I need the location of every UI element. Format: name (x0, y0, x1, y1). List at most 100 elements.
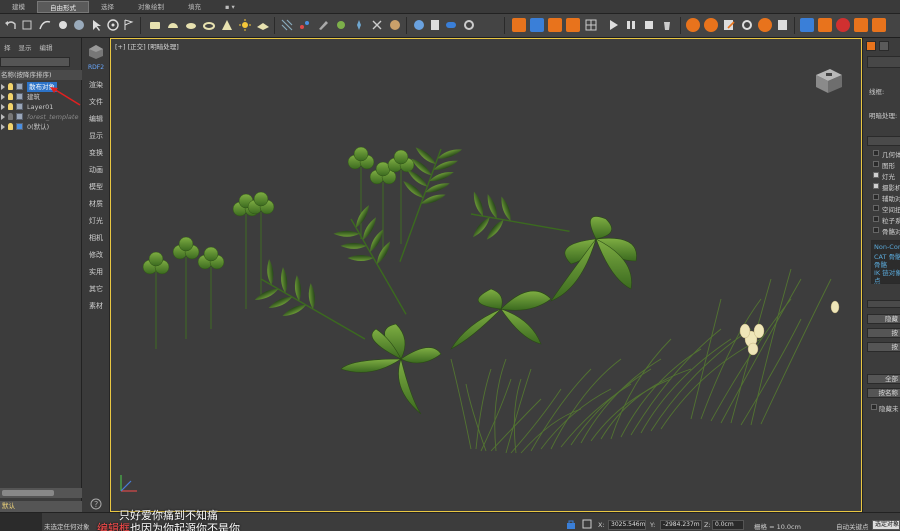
menu-select[interactable]: 择 (0, 42, 15, 54)
lightbulb-icon[interactable] (8, 123, 13, 130)
panel-dropdown[interactable] (867, 56, 900, 68)
cmd-utility[interactable]: 实用 (82, 267, 110, 277)
plane-icon[interactable] (256, 18, 270, 32)
particle-icon[interactable] (298, 18, 312, 32)
flag-icon[interactable] (122, 18, 136, 32)
play-icon[interactable] (606, 18, 620, 32)
cmd-animation[interactable]: 动画 (82, 165, 110, 175)
viewport-perspective[interactable]: [+] [正交] [明暗处理] (110, 38, 862, 512)
unhide-by-name-button[interactable]: 按名称 (867, 388, 900, 398)
hide-frozen-checkbox[interactable] (871, 404, 877, 410)
cmd-transform[interactable]: 变换 (82, 148, 110, 158)
select-icon[interactable] (90, 18, 104, 32)
checkbox-lights[interactable] (873, 172, 879, 178)
cmd-modify[interactable]: 修改 (82, 250, 110, 260)
menu-edit[interactable]: 编辑 (36, 42, 57, 54)
hide-selected-button[interactable]: 隐藏 (867, 314, 900, 324)
hemisphere-icon[interactable] (166, 18, 180, 32)
expand-arrow-icon[interactable] (1, 124, 5, 130)
pause-icon[interactable] (624, 18, 638, 32)
fire-icon[interactable] (686, 18, 700, 32)
checkbox-geometry[interactable] (873, 150, 879, 156)
edit-doc-icon[interactable] (722, 18, 736, 32)
checkbox-helpers[interactable] (873, 194, 879, 200)
cylinder-icon[interactable] (184, 18, 198, 32)
curve-icon[interactable] (38, 18, 52, 32)
lightbulb-icon[interactable] (8, 83, 13, 90)
menu-display[interactable]: 显示 (15, 42, 36, 54)
populate-icon[interactable] (334, 18, 348, 32)
cmd-other[interactable]: 其它 (82, 284, 110, 294)
render-sphere-icon[interactable] (412, 18, 426, 32)
gear-doc-icon[interactable] (740, 18, 754, 32)
render-view-icon[interactable] (800, 18, 814, 32)
render-iterative-icon[interactable] (566, 18, 580, 32)
cmd-rdf2[interactable]: RDF2 (82, 64, 110, 71)
render-setup-icon[interactable] (512, 18, 526, 32)
scrollbar-thumb[interactable] (2, 490, 54, 496)
flame-icon[interactable] (758, 18, 772, 32)
rollout-header[interactable] (867, 300, 900, 308)
modifier-icon[interactable] (370, 18, 384, 32)
shape-icon[interactable] (56, 18, 70, 32)
auto-key-label[interactable]: 自动关键点 (836, 521, 869, 531)
cup-icon[interactable] (818, 18, 832, 32)
list-item[interactable]: 点 (874, 275, 881, 285)
unhide-all-button[interactable]: 全部 (867, 374, 900, 384)
expand-arrow-icon[interactable] (1, 84, 5, 90)
hide-unselected-button[interactable]: 按 (867, 328, 900, 338)
document-icon[interactable] (428, 18, 442, 32)
z-coordinate-field[interactable]: 0.0cm (712, 520, 744, 530)
rollout-header[interactable] (867, 136, 900, 146)
list-item[interactable]: forest_template (0, 112, 82, 122)
tab-populate[interactable]: 填充 (176, 1, 213, 13)
tab-modeling[interactable]: 建模 (0, 1, 37, 13)
absolute-mode-icon[interactable] (582, 519, 592, 529)
list-item[interactable]: 0(默认) (0, 122, 82, 132)
box-primitive-icon[interactable] (148, 18, 162, 32)
checkbox-shapes[interactable] (873, 161, 879, 167)
vray-settings-icon[interactable] (872, 18, 886, 32)
viewport-label[interactable]: [+] [正交] [明暗处理] (115, 41, 179, 51)
expand-arrow-icon[interactable] (1, 104, 5, 110)
current-layer-bar[interactable]: 默认 (0, 501, 82, 512)
scatter-icon[interactable] (352, 18, 366, 32)
explorer-column-header[interactable]: 名称(按降序排序) (0, 70, 82, 80)
lightbulb-icon[interactable] (8, 103, 13, 110)
material-icon[interactable] (388, 18, 402, 32)
cmd-file[interactable]: 文件 (82, 97, 110, 107)
expand-arrow-icon[interactable] (1, 94, 5, 100)
record-icon[interactable] (836, 18, 850, 32)
render-production-icon[interactable] (548, 18, 562, 32)
grid-view-icon[interactable] (584, 18, 598, 32)
paint-icon[interactable] (316, 18, 330, 32)
cmd-light[interactable]: 灯光 (82, 216, 110, 226)
cmd-edit[interactable]: 编辑 (82, 114, 110, 124)
hide-by-name-button[interactable]: 按 (867, 342, 900, 352)
fire-tool-icon[interactable] (704, 18, 718, 32)
cmd-assets[interactable]: 素材 (82, 301, 110, 311)
edit-icon[interactable] (776, 18, 790, 32)
modify-tab-icon[interactable] (879, 41, 889, 51)
cone-icon[interactable] (220, 18, 234, 32)
expand-arrow-icon[interactable] (1, 114, 5, 120)
explorer-search-input[interactable] (0, 57, 70, 67)
checkbox-bones[interactable] (873, 227, 879, 233)
settings-icon[interactable] (462, 18, 476, 32)
undo-icon[interactable] (4, 18, 18, 32)
cmd-display[interactable]: 显示 (82, 131, 110, 141)
checkbox-particles[interactable] (873, 216, 879, 222)
list-item[interactable]: Non-Cor (874, 243, 900, 251)
grid-icon[interactable] (280, 18, 294, 32)
lock-icon[interactable] (566, 519, 576, 529)
toggle-icon[interactable] (444, 18, 458, 32)
cmd-camera[interactable]: 相机 (82, 233, 110, 243)
stop-icon[interactable] (642, 18, 656, 32)
create-tab-icon[interactable] (866, 41, 876, 51)
sun-light-icon[interactable] (238, 18, 252, 32)
cmd-material[interactable]: 材质 (82, 199, 110, 209)
sphere-icon[interactable] (72, 18, 86, 32)
redo-icon[interactable] (20, 18, 34, 32)
key-filter-selected[interactable]: 选定对象 (872, 520, 900, 530)
y-coordinate-field[interactable]: -2984.237m (660, 520, 702, 530)
